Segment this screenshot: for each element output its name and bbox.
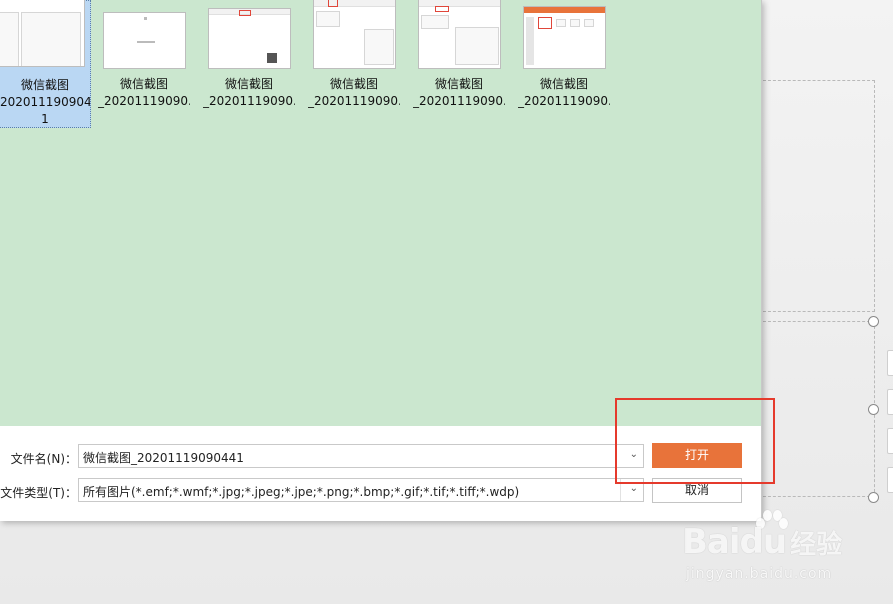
file-item[interactable]: 微信截图 2020111909044 1 <box>0 0 91 128</box>
filename-input[interactable]: 微信截图_20201119090441 <box>83 449 613 466</box>
file-thumbnail <box>208 8 291 69</box>
file-thumbnail <box>313 0 396 69</box>
slide-placeholder-top <box>763 80 875 312</box>
side-tool-button[interactable] <box>887 350 893 376</box>
resize-handle-bottom-right[interactable] <box>868 492 879 503</box>
filetype-label: 文件类型(T)： <box>0 486 77 500</box>
filetype-value: 所有图片(*.emf;*.wmf;*.jpg;*.jpeg;*.jpe;*.pn… <box>83 485 520 499</box>
file-name: 微信截图 _20201119090... <box>98 77 190 108</box>
filename-combobox[interactable]: 微信截图_20201119090441 ⌄ <box>78 444 644 468</box>
chevron-down-icon[interactable]: ⌄ <box>630 483 638 494</box>
file-name: 微信截图 _20201119090... <box>413 77 505 108</box>
file-thumbnail <box>103 12 186 69</box>
file-thumbnail <box>523 6 606 69</box>
file-name: 微信截图 _20201119090... <box>518 77 610 108</box>
file-thumbnail <box>0 0 85 67</box>
side-tool-button[interactable] <box>887 467 893 493</box>
file-item[interactable]: 微信截图 _20201119090... <box>518 0 610 128</box>
file-item[interactable]: 微信截图 _20201119090... <box>308 0 400 128</box>
annotation-highlight-box <box>615 398 775 484</box>
file-list-view[interactable]: 微信截图 2020111909044 1 微信截图 _20201119090..… <box>0 0 761 426</box>
file-item[interactable]: 微信截图 _20201119090... <box>413 0 505 128</box>
file-thumbnail <box>418 0 501 69</box>
file-item[interactable]: 微信截图 _20201119090... <box>203 0 295 128</box>
filename-label: 文件名(N)： <box>10 452 77 466</box>
file-name: 微信截图 _20201119090... <box>203 77 295 108</box>
filetype-select[interactable]: 所有图片(*.emf;*.wmf;*.jpg;*.jpeg;*.jpe;*.pn… <box>78 478 644 502</box>
file-name: 微信截图 2020111909044 1 <box>0 78 90 126</box>
file-item[interactable]: 微信截图 _20201119090... <box>98 0 190 128</box>
side-tool-button[interactable] <box>887 428 893 454</box>
side-tool-button[interactable] <box>887 389 893 415</box>
resize-handle-middle-right[interactable] <box>868 404 879 415</box>
resize-handle-top-right[interactable] <box>868 316 879 327</box>
slide-placeholder-bottom[interactable] <box>763 321 875 497</box>
file-name: 微信截图 _20201119090... <box>308 77 400 108</box>
